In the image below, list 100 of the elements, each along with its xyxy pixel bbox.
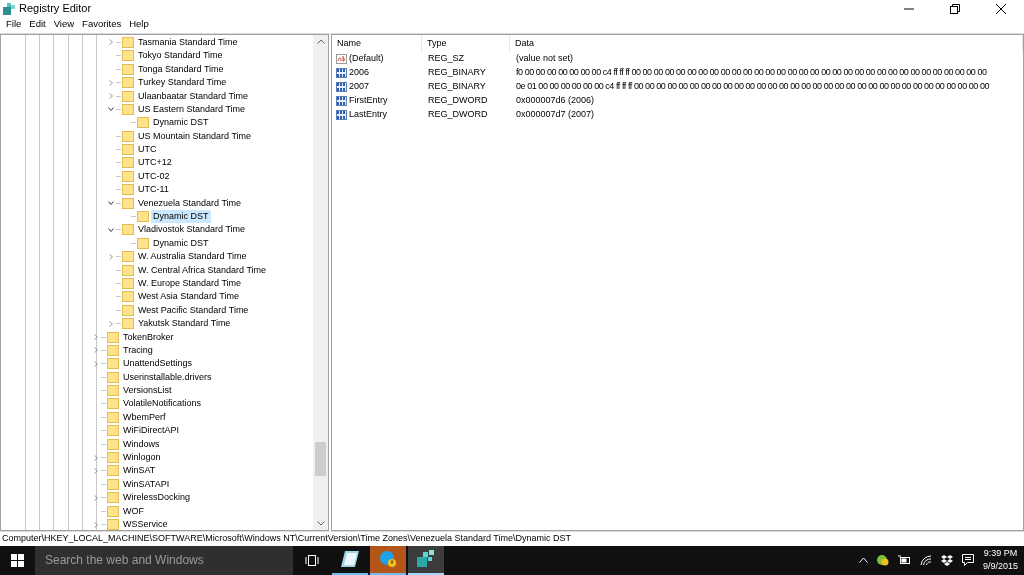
folder-icon [122,144,134,156]
tree-item[interactable]: UTC-02 [136,169,172,183]
tree-item[interactable]: WinSAT [121,464,158,478]
tree-item[interactable]: W. Central Africa Standard Time [136,263,269,277]
tree-item[interactable]: TokenBroker [121,330,176,344]
binary-value-icon [336,67,347,78]
chevron-down-icon[interactable] [108,226,114,233]
tree-item[interactable]: Windows [121,437,162,451]
folder-icon [107,425,119,437]
tree-item[interactable]: WSService [121,518,170,530]
tree-item[interactable]: West Pacific Standard Time [136,303,251,317]
value-name[interactable]: FirstEntry [349,94,388,108]
folder-icon [122,277,134,289]
tree-item[interactable]: UTC [136,143,159,157]
tree-item[interactable]: Vladivostok Standard Time [136,223,248,237]
battery-icon[interactable] [897,555,911,566]
tree-item[interactable]: Winlogon [121,451,163,465]
column-header[interactable]: Data [510,34,1023,52]
folder-icon [122,291,134,303]
tree-item[interactable]: W. Australia Standard Time [136,250,249,264]
folder-icon [107,331,119,343]
tree-item[interactable]: UTC-11 [136,183,171,197]
wifi-icon[interactable] [919,554,932,566]
folder-icon [122,224,134,236]
chevron-down-icon[interactable] [108,200,114,207]
tree-item[interactable]: Tracing [121,343,155,357]
tree-item[interactable]: Userinstallable.drivers [121,370,214,384]
folder-icon [107,358,119,370]
tree-item[interactable]: Venezuela Standard Time [136,196,244,210]
task-view-icon [305,554,319,566]
scroll-up-icon[interactable] [316,38,325,44]
notification-icon[interactable] [961,554,974,567]
menu-item[interactable]: Favorites [78,17,126,32]
folder-icon [122,77,134,89]
binary-value-icon [336,109,347,120]
windows-logo-icon [11,553,24,567]
folder-icon [107,478,119,490]
folder-icon [107,519,119,530]
tree-item[interactable]: US Mountain Standard Time [136,129,254,143]
column-header[interactable]: Name [332,34,422,52]
tree-item[interactable]: WbemPerf [121,410,168,424]
tree-item[interactable]: Dynamic DST [151,116,211,130]
tree-item[interactable]: UnattendSettings [121,357,195,371]
value-name[interactable]: 2006 [349,66,370,80]
menu-item[interactable]: File [2,17,26,32]
value-data: 0e 01 00 00 00 00 00 00 c4 ff ff ff 00 00 00 00 00 00 00 00 00 00 00 00 00 00 00 00 00 00 00 00 00 00 00 00 00 00 00 00 00 00 00 00 [515,80,991,93]
menu-item[interactable]: Help [125,17,153,32]
tree-item[interactable]: Tasmania Standard Time [136,35,240,49]
search-field[interactable]: Search the web and Windows [35,545,293,575]
warning-badge-icon[interactable] [876,554,889,567]
tree-item[interactable]: Turkey Standard Time [136,76,229,90]
column-header[interactable]: Type [422,34,510,52]
tree-item[interactable]: West Asia Standard Time [136,290,241,304]
value-type: REG_SZ [427,52,465,65]
tree-item[interactable]: WOF [121,504,146,518]
tree-item[interactable]: Dynamic DST [151,210,211,223]
binary-value-icon [336,95,347,106]
tree-item[interactable]: WiFiDirectAPI [121,424,181,438]
menu-item[interactable]: Edit [25,17,50,32]
notepad-icon [341,551,359,568]
tree-item[interactable]: W. Europe Standard Time [136,276,244,290]
value-data: 0x000007d7 (2007) [515,108,596,121]
tree-item[interactable]: VolatileNotifications [121,397,204,411]
folder-icon [107,438,119,450]
tree-item[interactable]: Dynamic DST [151,236,211,250]
tree-item[interactable]: WirelessDocking [121,491,193,505]
menu-item[interactable]: View [49,17,79,32]
tree-item[interactable]: Tokyo Standard Time [136,49,225,63]
value-data: 0x000007d6 (2006) [515,94,596,107]
tree-item[interactable]: Tonga Standard Time [136,62,226,76]
status-bar-path: Computer\HKEY_LOCAL_MACHINE\SOFTWARE\Microsoft\Windows NT\CurrentVersion\Time Zones\Venezuela Standard Time\Dynamic DST [2,531,572,545]
tree-item[interactable]: Yakutsk Standard Time [136,317,233,331]
folder-icon [107,371,119,383]
value-name[interactable]: LastEntry [349,108,388,122]
folder-icon [107,492,119,504]
clock-date[interactable]: 9/9/2015 [982,560,1018,574]
value-type: REG_DWORD [427,108,489,121]
chevron-down-icon[interactable] [108,106,114,113]
folder-icon [107,411,119,423]
tree-item[interactable]: UTC+12 [136,156,174,170]
window-title: Registry Editor [19,1,92,17]
value-name[interactable]: 2007 [349,80,370,94]
folder-icon [137,211,149,222]
taskbar-app[interactable] [408,545,444,575]
folder-icon [122,90,134,102]
value-type: REG_BINARY [427,80,487,93]
tree-item[interactable]: Ulaanbaatar Standard Time [136,89,251,103]
scroll-down-icon[interactable] [316,520,325,526]
folder-icon [122,36,134,48]
chevron-up-icon[interactable] [858,557,868,564]
scrollbar[interactable] [313,34,328,530]
folder-icon [122,157,134,169]
folder-icon [122,264,134,276]
clock-time[interactable]: 9:39 PM [983,547,1018,561]
scrollbar-thumb[interactable] [315,441,326,476]
tree-item[interactable]: WinSATAPI [121,477,172,491]
value-name[interactable]: (Default) [349,52,384,66]
tree-item[interactable]: VersionsList [121,384,174,398]
folder-icon [107,398,119,410]
tree-item[interactable]: US Eastern Standard Time [136,102,248,116]
